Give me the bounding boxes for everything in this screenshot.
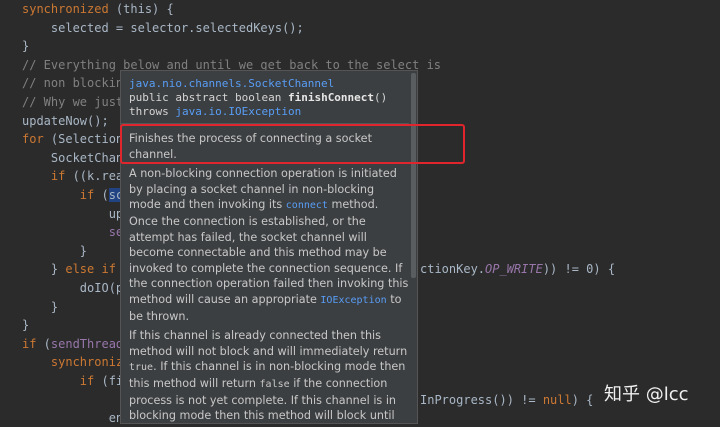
code-line[interactable]: sen <box>22 223 131 241</box>
code-token: // Why we just <box>22 95 124 109</box>
code-token: updateNow(); <box>22 113 109 128</box>
code-token: SocketChann <box>22 150 131 165</box>
code-token: } <box>22 299 59 314</box>
code-line[interactable]: updateNow(); <box>22 112 109 130</box>
scrollbar-thumb[interactable] <box>411 73 416 278</box>
highlight-box <box>120 124 465 164</box>
false-literal: false <box>259 378 290 390</box>
code-line-fragment[interactable]: InProgress()) != null) { <box>420 391 593 409</box>
code-token: if <box>50 169 66 184</box>
code-line[interactable]: if (sc. <box>22 186 131 204</box>
method-name: finishConnect <box>287 91 375 104</box>
code-line[interactable]: upd <box>22 205 131 223</box>
code-token: } <box>22 243 88 258</box>
code-token: ena <box>22 411 131 426</box>
code-line[interactable]: synchronized (this) { <box>22 0 174 18</box>
code-line[interactable]: for (SelectionK <box>22 130 130 148</box>
code-line-fragment[interactable]: ctionKey.OP_WRITE)) != 0) { <box>420 260 615 278</box>
code-token: // non blocking <box>22 76 131 91</box>
code-token: synchronize <box>50 355 131 370</box>
code-token: sen <box>22 225 131 240</box>
code-line[interactable]: if (sendThread. <box>22 335 130 353</box>
code-line[interactable]: if ((k.read <box>22 167 130 185</box>
connect-link[interactable]: connect <box>286 200 328 211</box>
code-token: (SelectionK <box>43 132 131 147</box>
code-line[interactable]: // non blocking <box>22 74 130 92</box>
code-token: if <box>79 188 95 202</box>
code-token: } <box>22 318 30 333</box>
code-line[interactable]: } <box>22 242 87 260</box>
code-line[interactable]: // Why we just <box>22 93 123 111</box>
signature-prefix: public abstract boolean <box>129 91 288 104</box>
watermark: 知乎 @lcc <box>604 384 689 405</box>
code-token: if <box>22 336 37 351</box>
code-line[interactable]: if (fin <box>22 372 131 390</box>
code-token: )) != 0) { <box>542 262 616 277</box>
throws-label: throws <box>129 105 176 118</box>
code-token: sendThread. <box>50 336 131 351</box>
signature-suffix: () <box>374 91 388 104</box>
paragraph-1: A non-blocking connection operation is i… <box>129 167 409 323</box>
code-line[interactable]: } <box>22 298 58 316</box>
code-token: OP_WRITE <box>485 262 543 277</box>
ioexception-link[interactable]: IOException <box>320 295 386 306</box>
code-token: ( <box>36 336 51 351</box>
code-token: doIO(pe <box>22 281 131 295</box>
code-token: (this) { <box>108 2 174 16</box>
code-line[interactable]: } <box>22 37 29 55</box>
code-token: if <box>79 374 95 388</box>
code-line[interactable]: selected = selector.selectedKeys(); <box>22 19 304 37</box>
code-token: ctionKey. <box>420 262 486 277</box>
code-token: upd <box>22 206 131 221</box>
code-token: synchronized <box>22 2 109 16</box>
class-link[interactable]: java.nio.channels.SocketChannel <box>129 77 334 90</box>
code-line[interactable]: } else if ( <box>22 260 131 278</box>
code-token: ( <box>94 188 109 202</box>
code-line[interactable]: synchronize <box>22 353 130 371</box>
throws-link[interactable]: java.io.IOException <box>175 105 301 118</box>
code-token: } <box>22 39 30 54</box>
code-line[interactable]: ena <box>22 409 131 427</box>
code-line[interactable]: doIO(pe <box>22 279 131 297</box>
code-token: selected = selector.selectedKeys(); <box>22 20 304 35</box>
code-line[interactable]: SocketChann <box>22 149 130 167</box>
code-token: else if <box>65 262 116 277</box>
true-literal: true <box>129 362 154 374</box>
documentation-body: Finishes the process of connecting a soc… <box>129 131 409 423</box>
code-token: InProgress()) != <box>420 392 543 407</box>
code-token: null <box>542 392 572 407</box>
paragraph-2: If this channel is already connected the… <box>129 329 408 423</box>
code-token: } <box>22 262 66 277</box>
code-line[interactable]: } <box>22 316 29 334</box>
code-token: ) { <box>571 392 594 407</box>
method-signature: java.nio.channels.SocketChannel public a… <box>129 77 387 119</box>
code-token: for <box>22 132 44 147</box>
